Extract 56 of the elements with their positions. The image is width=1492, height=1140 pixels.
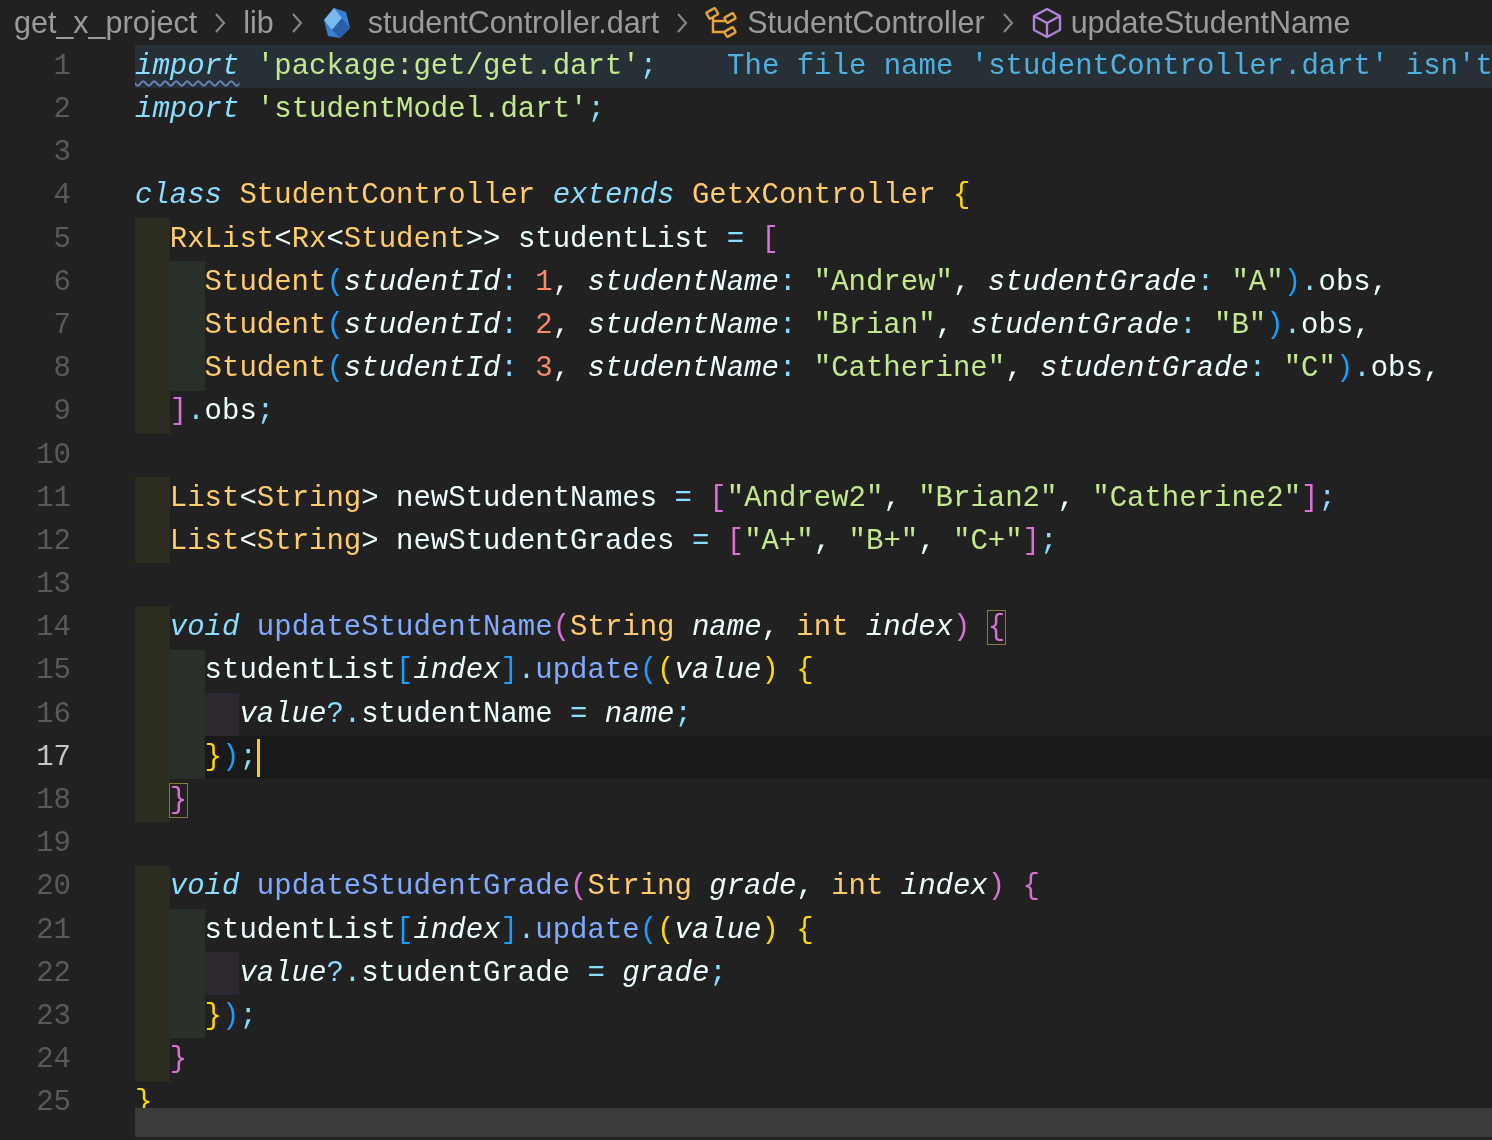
line-number: 9	[52, 394, 71, 431]
indent-band	[135, 779, 170, 823]
line-number: 7	[52, 307, 71, 344]
line-number: 25	[35, 1085, 71, 1122]
code-line: Student(studentId: 3, studentName: "Catherine", studentGrade: "C").obs,	[204, 351, 1441, 388]
line-number: 18	[35, 783, 71, 820]
cube-icon	[1030, 5, 1063, 40]
code-line: });	[204, 739, 257, 776]
line-number: 5	[52, 221, 71, 258]
code-line: });	[204, 998, 257, 1035]
line-number: 23	[35, 998, 71, 1035]
breadcrumb-item[interactable]: get_x_project	[14, 0, 198, 46]
line-number: 20	[35, 869, 71, 906]
line-number: 19	[35, 826, 71, 863]
code-line: class StudentController extends GetxController {	[135, 178, 971, 215]
code-line: void updateStudentName(String name, int index) {	[169, 610, 1006, 647]
code-line: List<String> newStudentGrades = ["A+", "B+", "C+"];	[169, 523, 1058, 560]
line-number: 24	[35, 1042, 71, 1079]
code-line: }	[169, 783, 188, 820]
code-line: ].obs;	[169, 394, 275, 431]
line-number: 14	[35, 610, 71, 647]
text-cursor	[256, 738, 260, 777]
code-line: studentList[index].update((value) {	[204, 653, 814, 690]
code-line: void updateStudentGrade(String grade, int index) {	[169, 869, 1040, 906]
line-number: 2	[52, 92, 71, 129]
line-number: 12	[35, 523, 71, 560]
line-number: 17	[35, 739, 71, 776]
breadcrumb-item[interactable]: lib	[243, 0, 274, 46]
inline-diagnostic: The file name 'studentController.dart' isn't	[727, 48, 1492, 85]
line-number: 15	[35, 653, 71, 690]
code-line: Student(studentId: 2, studentName: "Brian", studentGrade: "B").obs,	[204, 307, 1371, 344]
code-line: studentList[index].update((value) {	[204, 912, 814, 949]
breadcrumb-item[interactable]: studentController.dart	[367, 0, 660, 46]
breadcrumb-item[interactable]: updateStudentName	[1070, 0, 1351, 46]
code-line: value?.studentName = name;	[239, 696, 692, 733]
line-number: 13	[35, 567, 71, 604]
line-number: 22	[35, 955, 71, 992]
code-line: }	[169, 1042, 188, 1079]
line-number: 3	[52, 135, 71, 172]
class-icon	[705, 6, 740, 39]
breadcrumb-item[interactable]: StudentController	[747, 0, 985, 46]
line-number: 16	[35, 696, 71, 733]
code-line: RxList<Rx<Student>> studentList = [	[169, 221, 779, 258]
line-number: 1	[52, 48, 71, 85]
code-line: import 'package:get/get.dart';	[135, 48, 658, 85]
line-number: 8	[52, 351, 71, 388]
line-number: 21	[35, 912, 71, 949]
horizontal-scrollbar[interactable]	[135, 1108, 1492, 1137]
code-line: Student(studentId: 1, studentName: "Andrew", studentGrade: "A").obs,	[204, 264, 1389, 301]
code-line: List<String> newStudentNames = ["Andrew2", "Brian2", "Catherine2"];	[169, 480, 1336, 517]
line-number: 11	[35, 480, 71, 517]
line-number: 6	[52, 264, 71, 301]
line-number: 10	[35, 437, 71, 474]
code-line: import 'studentModel.dart';	[135, 92, 605, 129]
line-number: 4	[52, 178, 71, 215]
code-line: value?.studentGrade = grade;	[239, 955, 727, 992]
